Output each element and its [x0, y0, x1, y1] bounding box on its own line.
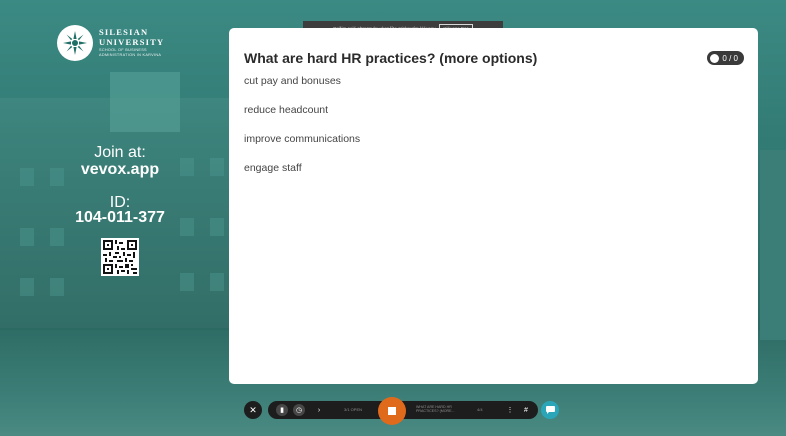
bar-chart-icon: ▮: [280, 407, 284, 414]
qr-code-icon: [101, 238, 139, 276]
join-url: vevox.app: [80, 161, 160, 178]
chevron-right-icon: ›: [317, 406, 321, 414]
university-logo: SILESIAN UNIVERSITY SCHOOL OF BUSINESS A…: [57, 25, 164, 61]
question-card: What are hard HR practices? (more option…: [229, 28, 758, 384]
join-label: Join at:: [94, 144, 146, 161]
university-emblem-icon: [57, 25, 93, 61]
answer-option: engage staff: [244, 162, 302, 174]
chat-bubble-icon: [545, 406, 555, 414]
close-icon: ✕: [249, 404, 257, 415]
vertical-dots-icon: ⋮: [506, 407, 514, 414]
logo-line-2: UNIVERSITY: [99, 36, 165, 47]
close-presentation-button[interactable]: ✕: [244, 401, 262, 419]
answer-options-list: cut pay and bonuses reduce headcount imp…: [244, 75, 360, 191]
results-chart-button[interactable]: ▮: [276, 404, 288, 416]
stop-icon: [388, 407, 396, 415]
answer-option: improve communications: [244, 133, 361, 145]
event-id-value: 104-011-377: [75, 209, 165, 226]
page-indicator: 4/4: [477, 407, 483, 412]
more-options-button[interactable]: ⋮: [504, 404, 516, 416]
messages-button[interactable]: [541, 401, 559, 419]
stop-poll-button[interactable]: [378, 397, 406, 425]
question-number-button[interactable]: #: [520, 404, 532, 416]
question-title: What are hard HR practices? (more option…: [244, 50, 538, 66]
timer-button[interactable]: ◷: [293, 404, 305, 416]
logo-line-1: SILESIAN: [99, 27, 149, 38]
university-wordmark: SILESIAN UNIVERSITY SCHOOL OF BUSINESS A…: [99, 28, 164, 58]
next-button[interactable]: ›: [313, 404, 325, 416]
poll-status: 3/1 OPEN: [344, 407, 363, 412]
hash-icon: #: [524, 406, 528, 414]
participants-icon: [710, 53, 720, 63]
answer-option: cut pay and bonuses: [244, 75, 341, 87]
response-counter-badge: 0 / 0: [707, 51, 744, 65]
clock-icon: ◷: [295, 407, 303, 414]
answer-option: reduce headcount: [244, 104, 329, 116]
background-right-building: [760, 150, 786, 340]
logo-line-4: ADMINISTRATION IN KARVINA: [99, 53, 162, 57]
response-count: 0 / 0: [722, 53, 738, 63]
current-question-label: WHAT ARE HARD HR PRACTICES? (MORE...: [416, 405, 455, 414]
building-tower: [110, 72, 180, 132]
